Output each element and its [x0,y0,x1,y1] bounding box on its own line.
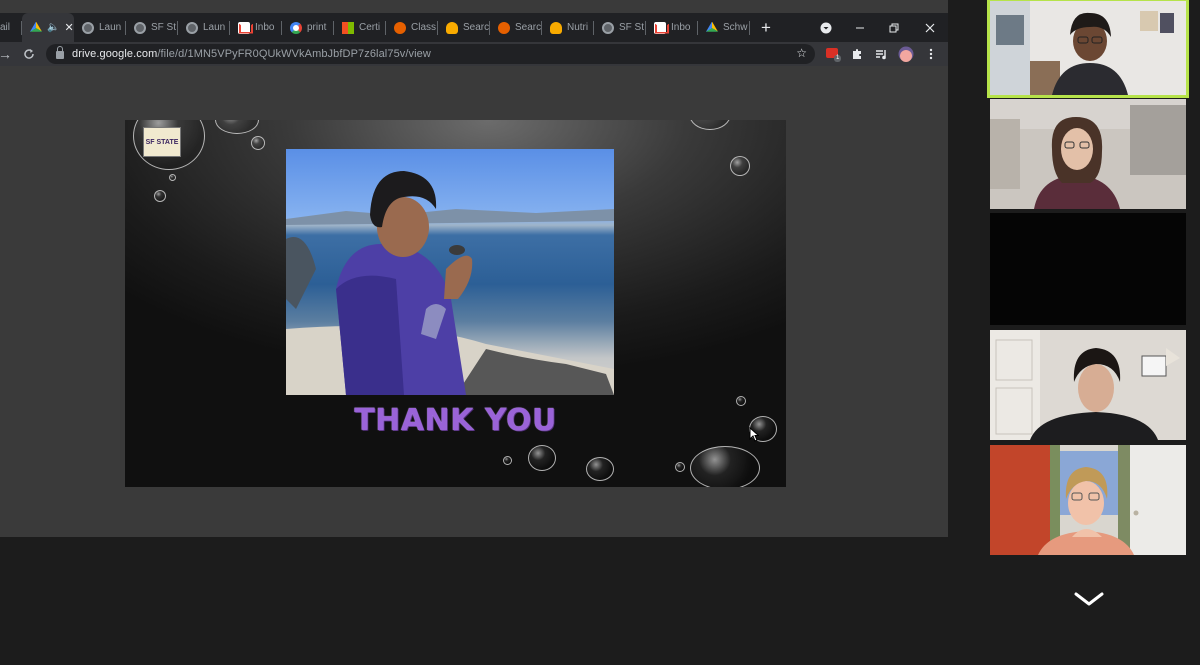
reload-icon[interactable] [18,42,40,66]
tab-label: Laun [203,22,226,33]
url-path: /file/d/1MN5VPyFR0QUkWVkAmbJbfDP7z6lal75… [157,48,431,60]
participant-video [990,445,1186,555]
bookmark-star-icon[interactable]: ☆ [796,46,807,60]
participant-tile-5[interactable] [990,445,1186,555]
participant-tile-4[interactable] [990,330,1186,440]
url-text: drive.google.com/file/d/1MN5VPyFR0QUkWVk… [72,48,431,60]
tab-label: print [307,22,327,33]
tab-drive-active[interactable]: 🔈 ✕ [22,13,74,42]
canvas-icon [394,21,406,34]
globe-icon [186,21,198,34]
bubble-decoration [730,156,750,176]
tab-nutrition[interactable]: Nutri [542,13,594,42]
tab-label: Laun [99,22,122,33]
bubble-decoration [154,190,166,202]
participant-video [990,1,1186,95]
tab-label: SF St [151,22,177,33]
tab-certificate[interactable]: Certi [334,13,386,42]
tab-print[interactable]: print [282,13,334,42]
participant-tile-3-camera-off[interactable] [990,213,1186,325]
mouse-cursor-icon [749,427,759,442]
google-icon [290,21,302,34]
participant-tile-1[interactable] [987,0,1189,98]
tab-label: Schw [723,22,748,33]
tab-search-1[interactable]: Searc [438,13,490,42]
bubble-decoration [675,462,685,472]
globe-icon [134,21,146,34]
drive-icon [706,21,718,32]
person-icon [550,21,562,34]
tab-mail[interactable]: ail [0,13,22,42]
tab-sf-state-2[interactable]: SF St [594,13,646,42]
tab-search-2[interactable]: Searc [490,13,542,42]
chevron-down-icon[interactable] [1073,590,1105,608]
profile-avatar-icon[interactable] [897,45,915,63]
participant-tile-2[interactable] [990,99,1186,209]
gmail-icon [654,21,666,34]
tab-inbox-1[interactable]: Inbo [230,13,282,42]
lock-icon [56,46,64,59]
tab-label: Inbo [255,22,275,33]
tab-label: SF St [619,22,645,33]
bubble-decoration [215,120,259,134]
new-tab-button[interactable]: + [752,13,780,42]
tab-label: ail [0,22,11,33]
video-call-window: ail 🔈 ✕ Laun SF St Laun Inbo print Certi… [0,0,1200,665]
tab-label: Class [411,22,437,33]
address-bar-row: → drive.google.com/file/d/1MN5VPyFR0QUkW… [0,42,948,66]
tab-label: Searc [463,22,490,33]
tab-label: Nutri [567,22,589,33]
extension-badge-count: 1 [836,55,840,61]
url-input[interactable]: drive.google.com/file/d/1MN5VPyFR0QUkWVk… [46,44,815,64]
browser-menu-icon[interactable] [922,45,940,63]
close-tab-icon[interactable]: ✕ [64,21,73,34]
minimize-icon[interactable] [846,13,874,42]
tab-inbox-2[interactable]: Inbo [646,13,698,42]
bubble-decoration [690,446,760,487]
tab-class[interactable]: Class [386,13,438,42]
puzzle-extensions-icon[interactable] [848,45,866,63]
globe-icon [82,21,94,34]
person-icon [446,21,458,34]
bubble-decoration [586,457,614,481]
participant-video [990,330,1186,440]
forward-icon[interactable]: → [0,42,16,66]
canvas-icon [498,21,510,34]
thank-you-caption: THANK YOU [354,403,557,438]
logo-text: SF STATE [145,138,179,146]
tab-launch-2[interactable]: Laun [178,13,230,42]
tab-label: Certi [359,22,381,33]
bubble-decoration [689,120,731,130]
tab-search-dropdown-icon[interactable] [812,13,840,42]
media-queue-icon[interactable] [872,45,890,63]
gmail-icon [238,21,250,34]
tab-schwab[interactable]: Schw [698,13,750,42]
bubble-decoration [169,174,176,181]
browser-tab-strip: ail 🔈 ✕ Laun SF St Laun Inbo print Certi… [0,13,948,42]
microsoft-icon [342,21,354,34]
tab-sf-state-1[interactable]: SF St [126,13,178,42]
tab-launch-1[interactable]: Laun [74,13,126,42]
thank-you-slide: SF STATE THANK YOU [125,120,786,487]
drive-icon [30,21,42,32]
sf-state-logo: SF STATE [143,127,181,157]
extension-badge-icon[interactable]: 1 [824,45,842,63]
tab-label: Searc [515,22,542,33]
speaker-icon: 🔈 [47,22,60,33]
globe-icon [602,21,614,34]
participant-video [990,99,1186,209]
close-window-icon[interactable] [916,13,944,42]
url-host: drive.google.com [72,48,158,60]
bubble-decoration [251,136,265,150]
bubble-decoration [528,445,556,471]
student-photo [286,149,614,395]
tab-label: Inbo [671,22,691,33]
bubble-decoration [503,456,512,465]
restore-icon[interactable] [880,13,908,42]
shared-screen: ail 🔈 ✕ Laun SF St Laun Inbo print Certi… [0,0,948,537]
